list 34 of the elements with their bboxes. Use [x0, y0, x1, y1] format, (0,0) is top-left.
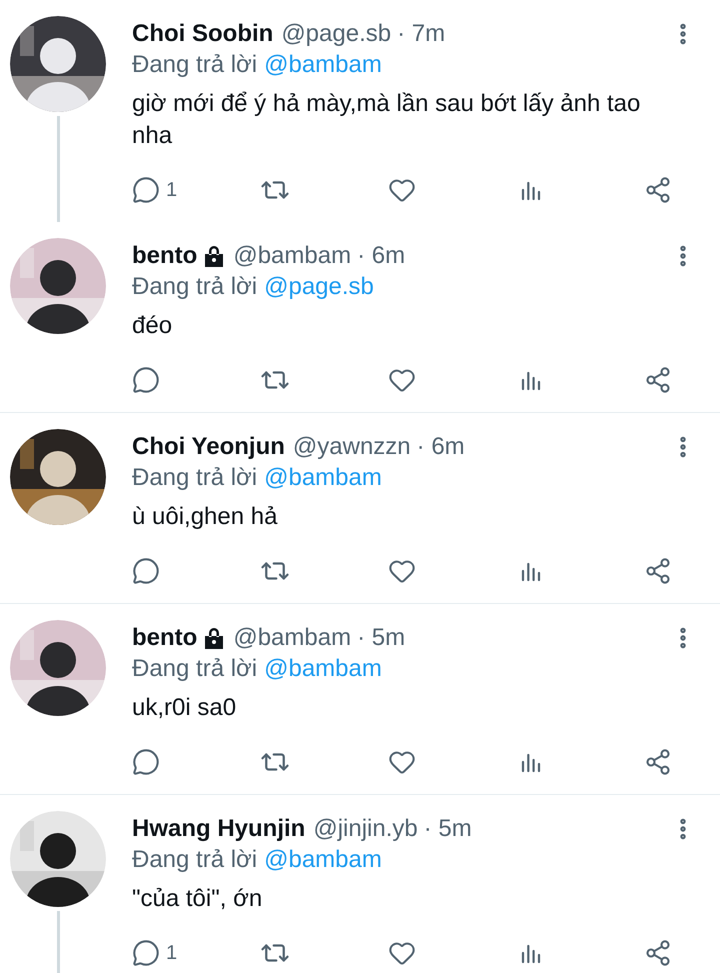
user-handle: @yawnzzn [292, 432, 411, 462]
reply-icon[interactable] [132, 366, 160, 394]
replying-to-label: Đang trả lời [132, 272, 258, 302]
user-name[interactable]: bento [132, 620, 198, 656]
replying-to-label: Đang trả lời [132, 654, 258, 684]
user-name[interactable]: bento [132, 238, 198, 274]
user-handle: @page.sb [281, 19, 392, 49]
reply-icon[interactable] [132, 939, 160, 967]
reply-icon[interactable] [132, 557, 160, 585]
timestamp: · 6m [416, 432, 465, 462]
timestamp: · 7m [397, 19, 446, 49]
reply-icon[interactable] [132, 176, 160, 204]
timestamp: · 5m [357, 623, 406, 653]
replying-to-label: Đang trả lời [132, 50, 258, 80]
share-icon[interactable] [644, 176, 672, 204]
share-icon[interactable] [644, 939, 672, 967]
user-handle: @bambam [233, 241, 352, 271]
tweet-text: ù uôi,ghen hả [132, 502, 278, 532]
share-icon[interactable] [644, 748, 672, 776]
user-handle: @jinjin.yb [313, 814, 418, 844]
tweet-text: giờ mới để ý hả mày,mà lần sau bớt lấy ảnh tao nha [132, 89, 642, 151]
tweet-text: "của tôi", ớn [132, 884, 264, 914]
share-icon[interactable] [644, 366, 672, 394]
replying-to-label: Đang trả lời [132, 845, 258, 875]
user-handle: @bambam [233, 623, 352, 653]
timestamp: · 6m [357, 241, 406, 271]
replying-to-label: Đang trả lời [132, 463, 258, 493]
tweet-text: đéo [132, 311, 174, 341]
tweet-text: uk,r0i sa0 [132, 693, 238, 723]
reply-icon[interactable] [132, 748, 160, 776]
timestamp: · 5m [424, 814, 472, 844]
reply-count: 1 [166, 941, 178, 966]
share-icon[interactable] [644, 557, 672, 585]
reply-count: 1 [166, 178, 178, 203]
